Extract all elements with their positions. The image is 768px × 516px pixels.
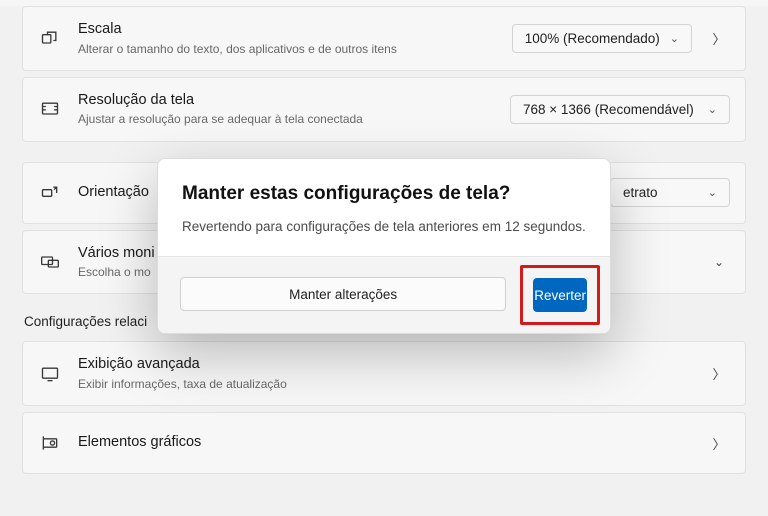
highlight-frame: Reverter <box>520 265 600 325</box>
revert-button[interactable]: Reverter <box>533 278 587 312</box>
keep-changes-button[interactable]: Manter alterações <box>180 277 506 311</box>
keep-settings-dialog: Manter estas configurações de tela? Reve… <box>157 158 611 334</box>
dialog-title: Manter estas configurações de tela? <box>182 183 586 205</box>
dialog-overlay: Manter estas configurações de tela? Reve… <box>0 6 768 516</box>
dialog-text: Revertendo para configurações de tela an… <box>182 219 586 234</box>
